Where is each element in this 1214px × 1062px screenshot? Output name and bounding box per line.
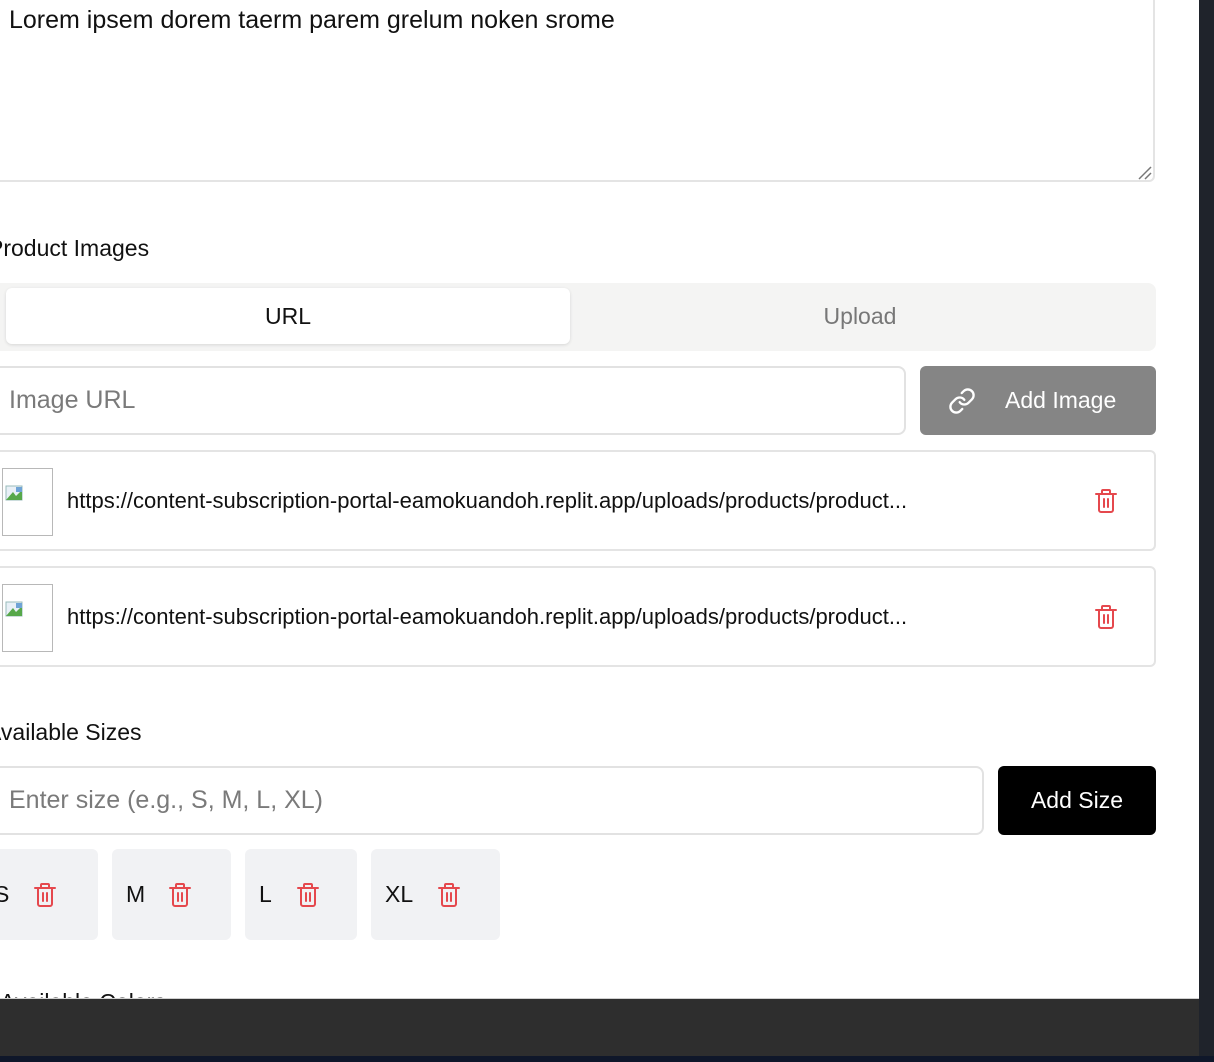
available-colors-label: Available Colors [0, 989, 166, 998]
product-images-label: Product Images [0, 235, 150, 261]
trash-icon[interactable] [296, 882, 320, 908]
size-chip-label: S [0, 881, 10, 907]
size-input[interactable]: Enter size (e.g., S, M, L, XL) [0, 766, 984, 835]
product-form-panel: Lorem ipsem dorem taerm parem grelum nok… [0, 0, 1199, 998]
image-url-input[interactable]: Image URL [0, 366, 906, 435]
size-placeholder: Enter size (e.g., S, M, L, XL) [9, 786, 324, 814]
resize-handle-icon[interactable] [1136, 164, 1152, 180]
image-url-placeholder: Image URL [9, 386, 136, 414]
add-size-label: Add Size [1030, 787, 1124, 813]
broken-image-icon [2, 584, 53, 652]
description-text: Lorem ipsem dorem taerm parem grelum nok… [9, 6, 615, 34]
size-chip: XL [371, 849, 500, 940]
size-chip-label: L [259, 881, 272, 907]
trash-icon[interactable] [1094, 604, 1118, 630]
link-icon [949, 387, 975, 414]
tab-url[interactable]: URL [6, 288, 570, 344]
image-list-item: https://content-subscription-portal-eamo… [0, 566, 1156, 667]
trash-icon[interactable] [1094, 488, 1118, 514]
trash-icon[interactable] [437, 882, 461, 908]
description-textarea[interactable]: Lorem ipsem dorem taerm parem grelum nok… [0, 0, 1155, 182]
image-url-text: https://content-subscription-portal-eamo… [67, 488, 908, 513]
size-chip-label: M [126, 881, 146, 907]
add-image-label: Add Image [1005, 387, 1117, 413]
trash-icon[interactable] [33, 882, 57, 908]
broken-image-icon [2, 468, 53, 536]
available-sizes-label: Available Sizes [0, 719, 142, 745]
size-chip: M [112, 849, 231, 940]
add-size-button[interactable]: Add Size [998, 766, 1156, 835]
tab-upload[interactable]: Upload [570, 288, 1150, 344]
image-url-text: https://content-subscription-portal-eamo… [67, 604, 908, 629]
size-chip: S [0, 849, 98, 940]
bottom-strip [0, 1056, 1214, 1062]
window-edge [1199, 0, 1214, 1062]
add-image-button[interactable]: Add Image [920, 366, 1156, 435]
bottom-bar [0, 998, 1199, 1056]
size-chip: L [245, 849, 357, 940]
size-chip-label: XL [385, 881, 414, 907]
image-list-item: https://content-subscription-portal-eamo… [0, 450, 1156, 551]
trash-icon[interactable] [168, 882, 192, 908]
image-source-tabs: URL Upload [0, 283, 1156, 351]
